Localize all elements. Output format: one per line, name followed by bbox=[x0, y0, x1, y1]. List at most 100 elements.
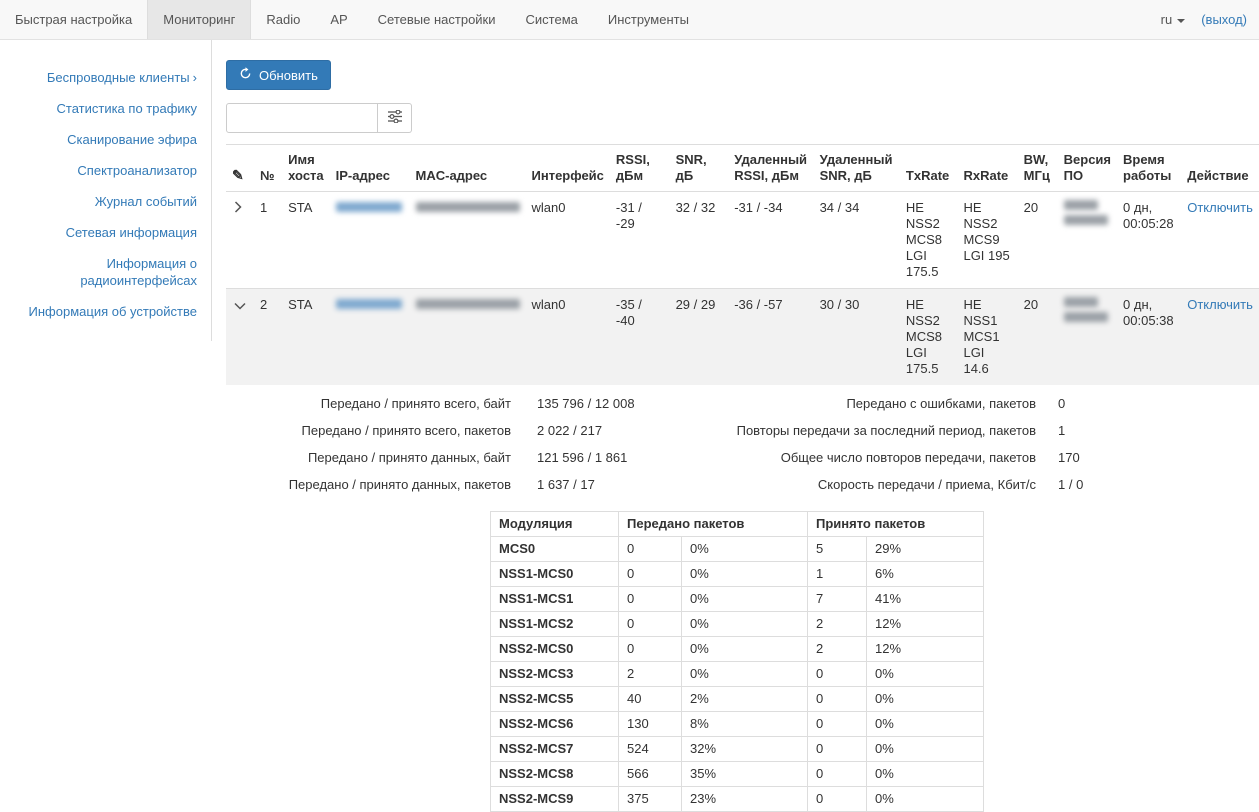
mod-cell: 23% bbox=[682, 787, 808, 812]
mod-row: NSS1-MCS100%741% bbox=[491, 587, 984, 612]
cell-remote-rssi: -31 / -34 bbox=[728, 192, 813, 289]
mod-cell: 0 bbox=[619, 612, 682, 637]
mod-cell: 0% bbox=[867, 687, 984, 712]
sidebar-item-network-info[interactable]: Сетевая информация bbox=[0, 217, 211, 248]
expand-chevron-down-icon[interactable] bbox=[232, 297, 248, 315]
mod-cell-name: NSS2-MCS3 bbox=[491, 662, 619, 687]
sidebar-item-spectrum-analyzer[interactable]: Спектроанализатор bbox=[0, 155, 211, 186]
mod-row: MCS000%529% bbox=[491, 537, 984, 562]
mod-cell-name: NSS2-MCS9 bbox=[491, 787, 619, 812]
stat-value: 2 022 / 217 bbox=[537, 422, 602, 440]
sidebar-item-label: Беспроводные клиенты bbox=[47, 70, 190, 85]
mod-cell: 0 bbox=[619, 637, 682, 662]
sidebar-item-radio-interfaces-info[interactable]: Информация о радиоинтерфейсах bbox=[0, 248, 211, 296]
mod-cell: 0% bbox=[867, 762, 984, 787]
mod-cell: 0 bbox=[808, 762, 867, 787]
stat-value: 170 bbox=[1058, 449, 1080, 467]
expand-chevron-right-icon[interactable] bbox=[232, 200, 244, 218]
mod-row: NSS1-MCS000%16% bbox=[491, 562, 984, 587]
col-header-action: Действие bbox=[1181, 145, 1259, 192]
pencil-icon: ✎ bbox=[232, 167, 244, 183]
mod-cell: 0% bbox=[867, 712, 984, 737]
tab-tools[interactable]: Инструменты bbox=[593, 0, 704, 39]
table-row-client-2[interactable]: 2 STA wlan0 -35 / -40 29 / 29 -36 / -57 … bbox=[226, 289, 1259, 386]
col-header-num: № bbox=[254, 145, 282, 192]
mod-cell: 0 bbox=[619, 587, 682, 612]
ip-address-link-redacted[interactable] bbox=[336, 299, 402, 309]
mod-cell: 0 bbox=[619, 537, 682, 562]
mod-cell-name: MCS0 bbox=[491, 537, 619, 562]
cell-num: 1 bbox=[254, 192, 282, 289]
col-header-mac: MAC-адрес bbox=[410, 145, 526, 192]
sidebar-item-device-info[interactable]: Информация об устройстве bbox=[0, 296, 211, 327]
stat-label: Передано с ошибками, пакетов bbox=[731, 395, 1036, 413]
chevron-down-icon bbox=[1177, 19, 1185, 23]
col-header-firmware: Версия ПО bbox=[1058, 145, 1117, 192]
language-selector[interactable]: ru bbox=[1161, 12, 1186, 27]
cell-interface: wlan0 bbox=[526, 289, 610, 386]
cell-num: 2 bbox=[254, 289, 282, 386]
mod-cell: 0 bbox=[619, 562, 682, 587]
col-header-ip: IP-адрес bbox=[330, 145, 410, 192]
stat-label: Передано / принято всего, пакетов bbox=[226, 422, 511, 440]
mod-row: NSS2-MCS856635%00% bbox=[491, 762, 984, 787]
disconnect-link[interactable]: Отключить bbox=[1187, 297, 1253, 312]
cell-snr: 32 / 32 bbox=[670, 192, 729, 289]
tab-ap[interactable]: AP bbox=[315, 0, 362, 39]
mod-row: NSS2-MCS5402%00% bbox=[491, 687, 984, 712]
mod-cell: 375 bbox=[619, 787, 682, 812]
stat-value: 1 / 0 bbox=[1058, 476, 1083, 494]
mod-cell: 0 bbox=[808, 687, 867, 712]
tab-quick-setup[interactable]: Быстрая настройка bbox=[0, 0, 147, 39]
cell-rssi: -31 / -29 bbox=[610, 192, 670, 289]
refresh-button[interactable]: Обновить bbox=[226, 60, 331, 90]
mod-cell: 6% bbox=[867, 562, 984, 587]
col-header-snr: SNR, дБ bbox=[670, 145, 729, 192]
sidebar-item-wireless-clients[interactable]: Беспроводные клиенты› bbox=[0, 62, 211, 93]
mod-cell-name: NSS2-MCS5 bbox=[491, 687, 619, 712]
filter-button[interactable] bbox=[378, 103, 412, 133]
cell-rxrate: HE NSS1 MCS1 LGI 14.6 bbox=[957, 289, 1017, 386]
search-group bbox=[226, 103, 1259, 133]
stat-value: 121 596 / 1 861 bbox=[537, 449, 627, 467]
nav-right: ru (выход) bbox=[1161, 0, 1259, 39]
tab-network-settings[interactable]: Сетевые настройки bbox=[363, 0, 511, 39]
tab-system[interactable]: Система bbox=[511, 0, 593, 39]
mod-cell: 0% bbox=[682, 637, 808, 662]
mod-cell: 2 bbox=[619, 662, 682, 687]
mod-cell: 0% bbox=[682, 537, 808, 562]
sidebar-item-event-log[interactable]: Журнал событий bbox=[0, 186, 211, 217]
tab-radio[interactable]: Radio bbox=[251, 0, 315, 39]
search-input[interactable] bbox=[226, 103, 378, 133]
cell-uptime: 0 дн, 00:05:28 bbox=[1117, 192, 1181, 289]
logout-link[interactable]: (выход) bbox=[1201, 12, 1247, 27]
refresh-button-label: Обновить bbox=[259, 68, 318, 83]
top-navigation: Быстрая настройка Мониторинг Radio AP Се… bbox=[0, 0, 1259, 40]
mod-cell: 0% bbox=[867, 662, 984, 687]
stat-label: Повторы передачи за последний период, па… bbox=[731, 422, 1036, 440]
mod-col-header-rx: Принято пакетов bbox=[808, 512, 984, 537]
mod-row: NSS2-MCS000%212% bbox=[491, 637, 984, 662]
cell-interface: wlan0 bbox=[526, 192, 610, 289]
tab-monitoring[interactable]: Мониторинг bbox=[147, 0, 251, 39]
sidebar-item-air-scan[interactable]: Сканирование эфира bbox=[0, 124, 211, 155]
cell-firmware-redacted bbox=[1058, 192, 1117, 289]
chevron-right-icon: › bbox=[193, 70, 197, 85]
modulation-table: Модуляция Передано пакетов Принято пакет… bbox=[490, 511, 984, 812]
sliders-icon bbox=[388, 110, 402, 126]
ip-address-link-redacted[interactable] bbox=[336, 202, 402, 212]
mac-address-redacted bbox=[416, 202, 520, 212]
mod-cell: 0% bbox=[682, 562, 808, 587]
cell-rssi: -35 / -40 bbox=[610, 289, 670, 386]
mod-cell: 12% bbox=[867, 637, 984, 662]
client-details: Передано / принято всего, байт135 796 / … bbox=[226, 385, 1259, 509]
disconnect-link[interactable]: Отключить bbox=[1187, 200, 1253, 215]
stat-label: Скорость передачи / приема, Кбит/с bbox=[731, 476, 1036, 494]
refresh-icon bbox=[239, 67, 252, 83]
mod-cell-name: NSS1-MCS2 bbox=[491, 612, 619, 637]
table-row-client-1[interactable]: 1 STA wlan0 -31 / -29 32 / 32 -31 / -34 … bbox=[226, 192, 1259, 289]
sidebar-item-traffic-stats[interactable]: Статистика по трафику bbox=[0, 93, 211, 124]
stat-value: 135 796 / 12 008 bbox=[537, 395, 635, 413]
mod-cell-name: NSS2-MCS6 bbox=[491, 712, 619, 737]
col-header-interface: Интерфейс bbox=[526, 145, 610, 192]
